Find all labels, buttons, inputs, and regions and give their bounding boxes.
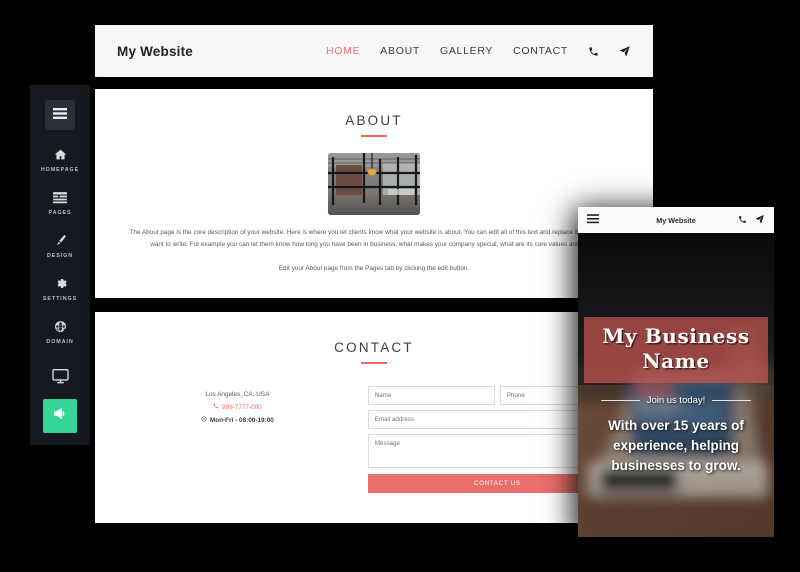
nav-link-contact[interactable]: CONTACT — [513, 45, 568, 57]
paint-brush-icon — [54, 233, 67, 248]
site-header: My Website HOME ABOUT GALLERY CONTACT — [95, 25, 653, 77]
contact-section: CONTACT Los Angeles, CA, USA 999-7777-00… — [95, 311, 653, 523]
contact-address: Los Angeles, CA, USA — [205, 390, 270, 398]
about-title: ABOUT — [345, 113, 403, 128]
about-section: ABOUT The About page is the core descrip… — [95, 89, 653, 298]
sidebar-item-label: HOMEPAGE — [40, 167, 80, 173]
paper-plane-icon[interactable] — [755, 211, 765, 229]
sidebar-item-pages[interactable]: PAGES — [30, 190, 90, 216]
desktop-preview: My Website HOME ABOUT GALLERY CONTACT AB… — [95, 25, 653, 523]
mobile-tagline: With over 15 years of experience, helpin… — [608, 418, 744, 473]
mobile-header: My Website — [578, 207, 774, 233]
gear-icon — [54, 276, 67, 291]
contact-phone[interactable]: 999-7777-000 — [121, 401, 354, 414]
contact-details: Los Angeles, CA, USA 999-7777-000 Mon-Fr… — [121, 386, 354, 493]
phone-icon — [213, 401, 219, 414]
monitor-icon — [51, 369, 69, 389]
phone-icon[interactable] — [588, 46, 599, 57]
mobile-hero-subtitle: Join us today! — [601, 395, 751, 406]
app-background: HOMEPAGE PAGES DESIGN SETTINGS DOMAIN My… — [0, 0, 800, 572]
nav-link-about[interactable]: ABOUT — [380, 45, 420, 57]
phone-icon[interactable] — [738, 211, 747, 229]
preview-device-button[interactable] — [51, 369, 69, 389]
about-image — [328, 153, 420, 215]
mobile-header-icons — [738, 211, 765, 229]
hamburger-icon[interactable] — [587, 211, 599, 229]
subtitle-rule-right — [712, 400, 751, 402]
contact-content: Los Angeles, CA, USA 999-7777-000 Mon-Fr… — [95, 385, 653, 493]
clock-icon — [201, 414, 207, 427]
site-brand: My Website — [117, 43, 194, 59]
mobile-business-name: My Business Name — [602, 324, 750, 374]
mobile-subtitle-text: Join us today! — [646, 395, 706, 407]
home-icon — [54, 147, 67, 162]
sidebar-item-label: SETTINGS — [42, 296, 78, 302]
site-nav: HOME ABOUT GALLERY CONTACT — [326, 45, 631, 57]
megaphone-icon — [52, 405, 69, 427]
sidebar-item-label: DESIGN — [46, 253, 74, 259]
sidebar-item-settings[interactable]: SETTINGS — [30, 276, 90, 302]
sidebar-menu-button[interactable] — [45, 100, 75, 130]
sidebar-item-domain[interactable]: DOMAIN — [30, 319, 90, 345]
mobile-hero: My Business Name Join us today! With ove… — [578, 233, 774, 537]
nav-link-home[interactable]: HOME — [326, 45, 360, 57]
contact-phone-label: 999-7777-000 — [221, 404, 262, 412]
pages-list-icon — [53, 190, 67, 205]
mobile-business-banner: My Business Name — [584, 317, 768, 384]
nav-link-gallery[interactable]: GALLERY — [440, 45, 493, 57]
sidebar-item-label: PAGES — [48, 210, 72, 216]
sidebar-item-homepage[interactable]: HOMEPAGE — [30, 147, 90, 173]
sidebar-item-label: DOMAIN — [46, 339, 74, 345]
mobile-hero-content: My Business Name Join us today! With ove… — [578, 233, 774, 475]
promote-button[interactable] — [43, 399, 77, 433]
contact-hours-label: Mon-Fri - 08:00-19:00 — [209, 417, 274, 425]
contact-title-rule — [361, 361, 387, 364]
about-title-rule — [361, 135, 387, 137]
hamburger-icon — [53, 106, 67, 124]
paper-plane-icon[interactable] — [619, 45, 631, 57]
about-note: Edit your About page from the Pages tab … — [278, 264, 470, 272]
subtitle-rule-left — [601, 400, 640, 402]
name-input[interactable] — [367, 385, 495, 405]
sidebar-item-design[interactable]: DESIGN — [30, 233, 90, 259]
contact-hours: Mon-Fri - 08:00-19:00 — [121, 414, 354, 427]
left-sidebar: HOMEPAGE PAGES DESIGN SETTINGS DOMAIN — [30, 85, 90, 445]
about-paragraph: The About page is the core description o… — [129, 229, 619, 249]
mobile-preview: My Website My Business Name Join us toda… — [578, 207, 774, 537]
globe-icon — [54, 319, 67, 334]
contact-title: CONTACT — [334, 339, 414, 355]
